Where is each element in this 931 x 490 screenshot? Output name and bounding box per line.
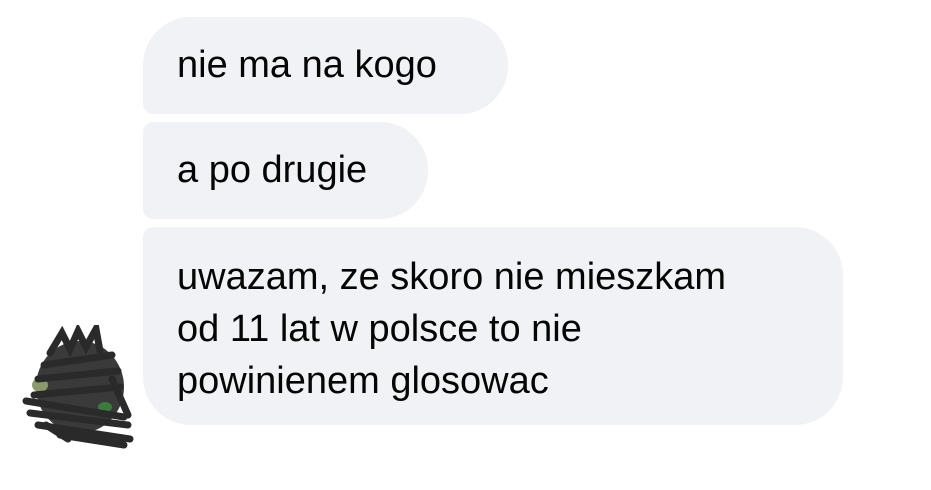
sender-avatar[interactable] xyxy=(20,318,138,450)
message-bubble[interactable]: nie ma na kogo xyxy=(143,17,508,114)
message-bubble[interactable]: a po drugie xyxy=(143,122,428,219)
message-bubble[interactable]: uwazam, ze skoro nie mieszkam od 11 lat … xyxy=(143,227,843,425)
scribbled-avatar-icon xyxy=(22,318,134,449)
